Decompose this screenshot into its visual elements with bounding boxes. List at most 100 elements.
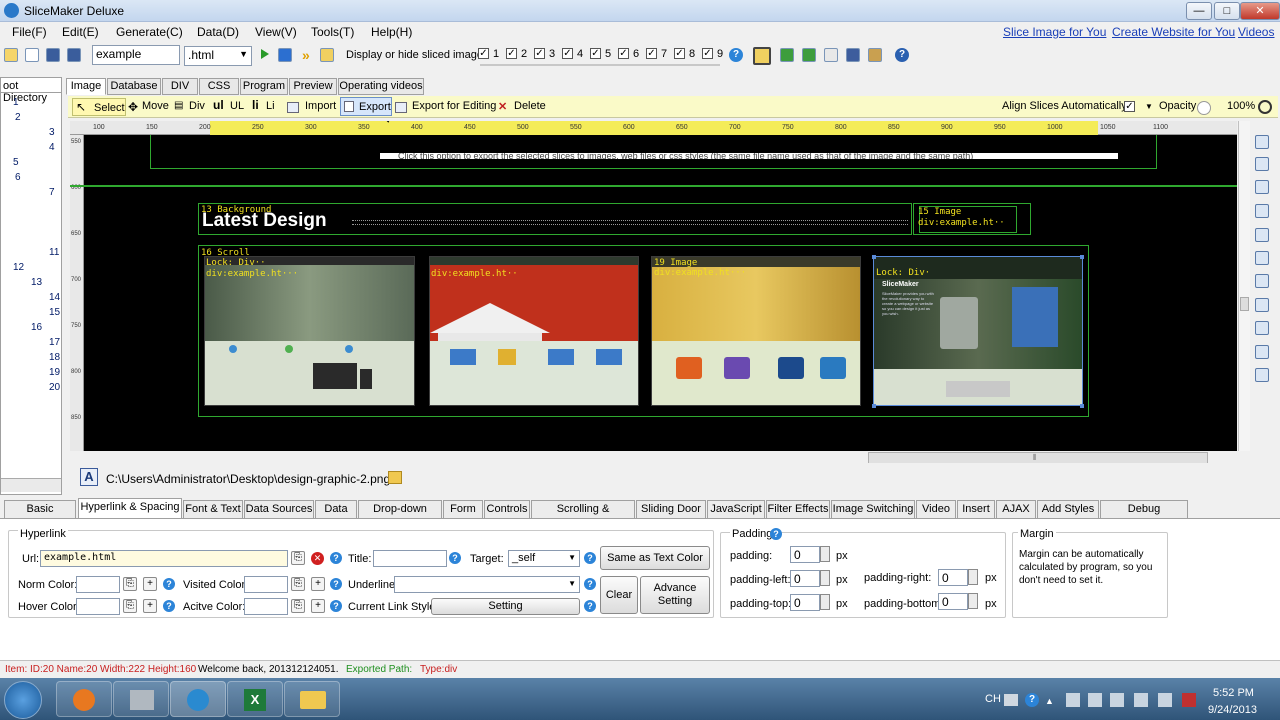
monitor-icon[interactable] <box>1066 693 1080 707</box>
tray-icon[interactable] <box>1182 693 1196 707</box>
help-icon[interactable]: ? <box>584 600 596 612</box>
same-width-icon[interactable] <box>1255 321 1269 335</box>
font-icon[interactable]: A <box>80 468 98 486</box>
title-input[interactable] <box>373 550 447 567</box>
menu-edit[interactable]: Edit(E) <box>62 25 99 39</box>
taskbar-explorer[interactable] <box>284 681 340 717</box>
move-icon[interactable]: ✥ <box>128 100 138 114</box>
help-icon[interactable]: ? <box>729 48 743 62</box>
same-size-icon[interactable] <box>1255 368 1269 382</box>
help-icon[interactable]: ? <box>163 600 175 612</box>
slice-checkbox-6[interactable]: ✓ <box>618 48 629 59</box>
add-icon[interactable]: + <box>143 577 157 591</box>
distribute-h-icon[interactable] <box>1255 274 1269 288</box>
link-slice-image[interactable]: Slice Image for You <box>1003 25 1106 39</box>
slice-checkbox-2[interactable]: ✓ <box>506 48 517 59</box>
import-button[interactable]: Import <box>305 100 336 112</box>
hover-color-input[interactable] <box>76 598 120 615</box>
minimize-button[interactable]: — <box>1186 2 1212 20</box>
save-as-icon[interactable] <box>67 48 81 62</box>
panel-tab-filter-effects[interactable]: Filter Effects <box>766 500 830 519</box>
resize-handle[interactable] <box>872 255 876 259</box>
tree-node[interactable]: 11 <box>49 247 59 258</box>
align-bottom-icon[interactable] <box>1255 251 1269 265</box>
div-button[interactable]: Div <box>189 100 205 112</box>
panel-tab-controls[interactable]: Controls <box>484 500 530 519</box>
tree-node[interactable]: 14 <box>49 292 60 303</box>
panel-tab-insert[interactable]: Insert <box>957 500 995 519</box>
delete-button[interactable]: Delete <box>514 100 546 112</box>
taskbar-firefox[interactable] <box>56 681 112 717</box>
tray-icon[interactable] <box>1158 693 1172 707</box>
window-icon[interactable] <box>846 48 860 62</box>
menu-data[interactable]: Data(D) <box>197 25 239 39</box>
taskbar-slicemaker[interactable] <box>170 681 226 717</box>
color-picker-icon[interactable]: ⎘ <box>291 599 305 613</box>
root-directory-tree[interactable]: oot Directory 1 2 3 4 5 6 7 11 12 13 14 15 16 17 18 19 2… <box>0 77 62 495</box>
panel-tab-video[interactable]: Video <box>916 500 956 519</box>
thumbnail-19[interactable] <box>651 256 861 406</box>
export-editing-button[interactable]: Export for Editing <box>412 100 496 112</box>
advance-setting-button[interactable]: Advance Setting <box>640 576 710 614</box>
tree-node[interactable]: 20 <box>49 382 60 393</box>
menu-tools[interactable]: Tools(T) <box>311 25 354 39</box>
tree-node[interactable]: 5 <box>13 157 19 168</box>
maximize-button[interactable]: □ <box>1214 2 1240 20</box>
tree-node[interactable]: 3 <box>49 127 55 138</box>
url-input[interactable]: example.html <box>40 550 288 567</box>
export-button[interactable]: Export <box>340 97 392 116</box>
keyboard-icon[interactable] <box>1004 694 1018 706</box>
tree-node[interactable]: 6 <box>15 172 21 183</box>
tree-node[interactable]: 13 <box>31 277 42 288</box>
tree-node[interactable]: 4 <box>49 142 55 153</box>
padding-bottom-spinner[interactable] <box>968 593 978 609</box>
resize-handle[interactable] <box>872 404 876 408</box>
padding-top-spinner[interactable] <box>820 594 830 610</box>
align-checkbox[interactable]: ✓ <box>1124 101 1135 112</box>
network-tray-icon[interactable] <box>1088 693 1102 707</box>
panel-tab-debug-information[interactable]: Debug Information <box>1100 500 1188 532</box>
panel-tab-add-styles[interactable]: Add Styles <box>1037 500 1099 519</box>
taskbar-network[interactable] <box>113 681 169 717</box>
panel-tab-form[interactable]: Form <box>443 500 483 519</box>
padding-left-spinner[interactable] <box>820 570 830 586</box>
clear-url-icon[interactable]: ✕ <box>311 552 324 565</box>
norm-color-input[interactable] <box>76 576 120 593</box>
package-icon[interactable] <box>868 48 882 62</box>
panel-tab-ajax[interactable]: AJAX <box>996 500 1036 519</box>
tree-node[interactable]: 7 <box>49 187 55 198</box>
padding-spinner[interactable] <box>820 546 830 562</box>
folder-icon[interactable] <box>320 48 334 62</box>
tree-node[interactable]: 15 <box>49 307 60 318</box>
align-middle-icon[interactable] <box>1255 228 1269 242</box>
slice-checkbox-7[interactable]: ✓ <box>646 48 657 59</box>
panel-tab-javascript[interactable]: JavaScript <box>707 500 765 519</box>
add-icon[interactable]: + <box>311 577 325 591</box>
align-top-icon[interactable] <box>1255 204 1269 218</box>
tree-node[interactable]: 19 <box>49 367 60 378</box>
help-icon[interactable]: ? <box>330 600 342 612</box>
menu-help[interactable]: Help(H) <box>371 25 412 39</box>
color-picker-icon[interactable]: ⎘ <box>123 577 137 591</box>
menu-view[interactable]: View(V) <box>255 25 297 39</box>
panel-tab-basic-attribute[interactable]: Basic Attribute <box>4 500 76 532</box>
design-canvas[interactable]: 100 150 200 250 300 350 400 450 500 550 600 650 700 7… <box>70 121 1237 451</box>
tree-node[interactable]: 2 <box>15 112 21 123</box>
padding-bottom-input[interactable]: 0 <box>938 593 968 610</box>
li-button[interactable]: Li <box>266 100 275 112</box>
slice-checkbox-9[interactable]: ✓ <box>702 48 713 59</box>
tree-node[interactable]: 16 <box>31 322 42 333</box>
clock-date[interactable]: 9/24/2013 <box>1208 704 1257 716</box>
clear-button[interactable]: Clear <box>600 576 638 614</box>
align-center-icon[interactable] <box>1255 157 1269 171</box>
panel-tab-image-switching[interactable]: Image Switching <box>831 500 915 519</box>
export-web-icon[interactable] <box>802 48 816 62</box>
tree-node[interactable]: 17 <box>49 337 60 348</box>
tab-preview[interactable]: Preview <box>289 78 337 95</box>
layout-icon[interactable] <box>753 47 771 65</box>
browse-icon[interactable]: ⎘ <box>291 551 305 565</box>
same-height-icon[interactable] <box>1255 345 1269 359</box>
taskbar-excel[interactable]: X <box>227 681 283 717</box>
slice-checkbox-8[interactable]: ✓ <box>674 48 685 59</box>
zoom-icon[interactable] <box>1258 100 1272 114</box>
